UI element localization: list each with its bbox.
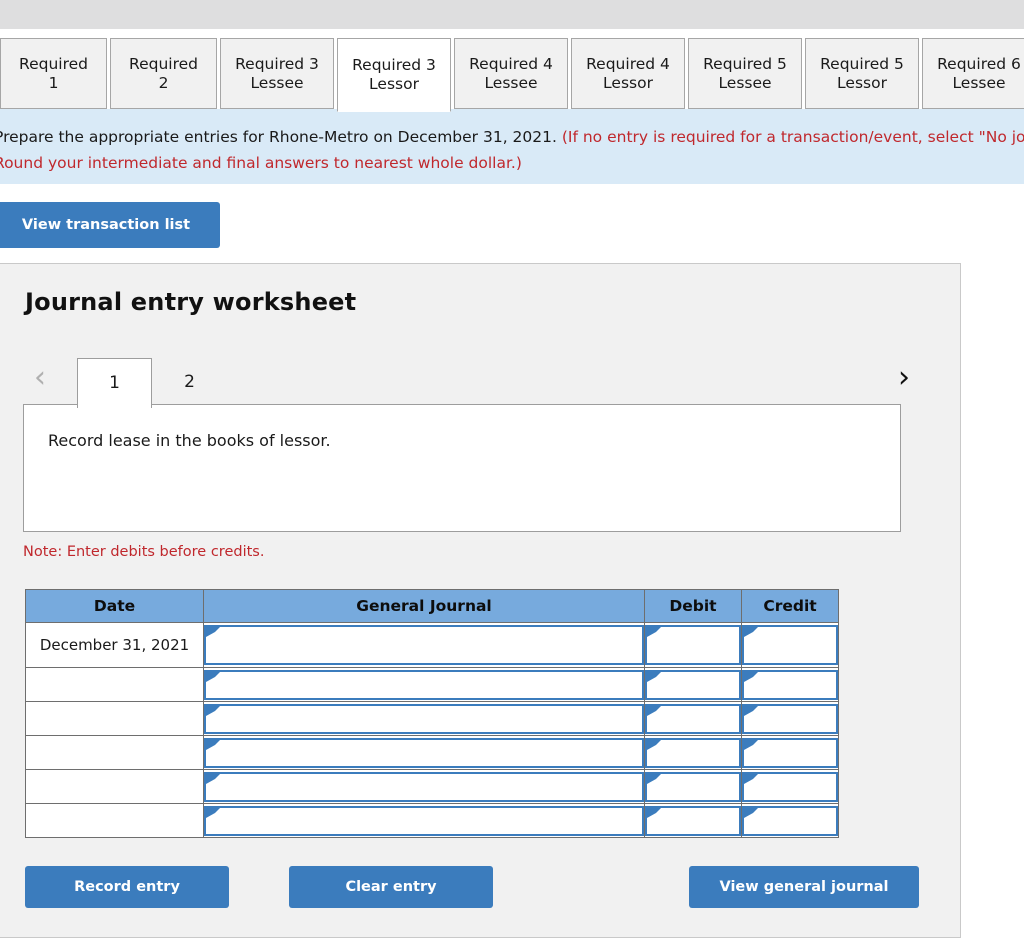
- account-name-input[interactable]: [204, 737, 644, 768]
- cell-credit: [741, 769, 839, 804]
- credit-input[interactable]: [742, 737, 838, 768]
- table-row: [25, 735, 839, 770]
- column-header-credit: Credit: [741, 589, 839, 623]
- instruction-banner: Prepare the appropriate entries for Rhon…: [0, 109, 1024, 184]
- credit-input[interactable]: [742, 625, 838, 665]
- cell-credit: [741, 803, 839, 838]
- cell-date: [25, 701, 204, 736]
- table-row: [25, 769, 839, 804]
- view-general-journal-button[interactable]: View general journal: [689, 866, 919, 908]
- cell-debit: [644, 701, 742, 736]
- worksheet-pager: ‹ › 1 2: [0, 344, 960, 408]
- credit-input[interactable]: [742, 669, 838, 700]
- cell-date: [25, 803, 204, 838]
- tab-label: Required 4 Lessor: [586, 54, 670, 92]
- credit-input[interactable]: [742, 771, 838, 802]
- table-row: [25, 667, 839, 702]
- debit-input[interactable]: [645, 703, 741, 734]
- tab-label: Required 4 Lessee: [469, 54, 553, 92]
- cell-debit: [644, 735, 742, 770]
- account-name-input[interactable]: [204, 703, 644, 734]
- cell-credit: [741, 735, 839, 770]
- tab-label: Required 3 Lessor: [352, 56, 436, 93]
- debit-input[interactable]: [645, 625, 741, 665]
- tab-requirement-5[interactable]: Required 4 Lessee: [454, 38, 568, 109]
- journal-entry-table: Date General Journal Debit Credit Decemb…: [25, 589, 839, 838]
- date-value: [26, 785, 203, 789]
- tab-requirement-2[interactable]: Required 2: [110, 38, 217, 109]
- table-row: [25, 701, 839, 736]
- tab-label: Required 5 Lessor: [820, 54, 904, 92]
- instruction-primary: Prepare the appropriate entries for Rhon…: [0, 128, 562, 146]
- cell-date: [25, 667, 204, 702]
- account-name-input[interactable]: [204, 805, 644, 836]
- tab-requirement-7[interactable]: Required 5 Lessee: [688, 38, 802, 109]
- page-title: Journal entry worksheet: [25, 288, 357, 316]
- cell-date: [25, 735, 204, 770]
- view-transaction-list-button[interactable]: View transaction list: [0, 202, 220, 248]
- cell-general-journal: [203, 735, 645, 770]
- worksheet-page-tab-2[interactable]: 2: [152, 358, 227, 408]
- date-value: [26, 717, 203, 721]
- debit-input[interactable]: [645, 669, 741, 700]
- journal-entry-worksheet-panel: Journal entry worksheet ‹ › 1 2 Record l…: [0, 263, 961, 938]
- chevron-right-icon[interactable]: ›: [887, 362, 921, 396]
- column-header-date: Date: [25, 589, 204, 623]
- debit-input[interactable]: [645, 737, 741, 768]
- tab-requirement-9[interactable]: Required 6 Lessee: [922, 38, 1024, 109]
- column-header-debit: Debit: [644, 589, 742, 623]
- credit-input[interactable]: [742, 805, 838, 836]
- cell-credit: [741, 622, 839, 668]
- instruction-text: Prepare the appropriate entries for Rhon…: [0, 124, 1024, 176]
- worksheet-page-tab-1[interactable]: 1: [77, 358, 152, 408]
- chevron-left-icon[interactable]: ‹: [23, 362, 57, 396]
- cell-debit: [644, 622, 742, 668]
- debit-input[interactable]: [645, 771, 741, 802]
- cell-credit: [741, 667, 839, 702]
- credit-input[interactable]: [742, 703, 838, 734]
- tab-requirement-4[interactable]: Required 3 Lessor: [337, 38, 451, 112]
- debit-input[interactable]: [645, 805, 741, 836]
- date-value: [26, 683, 203, 687]
- tab-requirement-6[interactable]: Required 4 Lessor: [571, 38, 685, 109]
- tab-label: Required 6 Lessee: [937, 54, 1021, 92]
- cell-debit: [644, 769, 742, 804]
- date-value: December 31, 2021: [39, 635, 190, 654]
- entry-description-text: Record lease in the books of lessor.: [48, 431, 331, 450]
- tab-label: Required 5 Lessee: [703, 54, 787, 92]
- cell-debit: [644, 667, 742, 702]
- cell-general-journal: [203, 803, 645, 838]
- table-row: December 31, 2021: [25, 622, 839, 668]
- page-root: Required 1 Required 2 Required 3 Lessee Req…: [0, 0, 1024, 950]
- tab-requirement-8[interactable]: Required 5 Lessor: [805, 38, 919, 109]
- account-name-input[interactable]: [204, 625, 644, 665]
- requirement-tabs[interactable]: Required 1 Required 2 Required 3 Lessee Req…: [0, 38, 1024, 112]
- top-grey-bar: [0, 0, 1024, 29]
- column-header-general-journal: General Journal: [203, 589, 645, 623]
- cell-debit: [644, 803, 742, 838]
- debits-before-credits-note: Note: Enter debits before credits.: [23, 544, 265, 560]
- cell-date: [25, 769, 204, 804]
- date-value: [26, 819, 203, 823]
- account-name-input[interactable]: [204, 771, 644, 802]
- cell-date: December 31, 2021: [25, 622, 204, 668]
- cell-general-journal: [203, 769, 645, 804]
- table-row: [25, 803, 839, 838]
- entry-description-box: Record lease in the books of lessor.: [23, 404, 901, 532]
- tab-label: Required 1: [19, 54, 88, 92]
- account-name-input[interactable]: [204, 669, 644, 700]
- tab-requirement-3[interactable]: Required 3 Lessee: [220, 38, 334, 109]
- table-header-row: Date General Journal Debit Credit: [25, 589, 839, 623]
- clear-entry-button[interactable]: Clear entry: [289, 866, 493, 908]
- tab-label: Required 2: [129, 54, 198, 92]
- cell-general-journal: [203, 667, 645, 702]
- cell-general-journal: [203, 622, 645, 668]
- date-value: [26, 751, 203, 755]
- tab-requirement-1[interactable]: Required 1: [0, 38, 107, 109]
- cell-general-journal: [203, 701, 645, 736]
- record-entry-button[interactable]: Record entry: [25, 866, 229, 908]
- tab-label: Required 3 Lessee: [235, 54, 319, 92]
- cell-credit: [741, 701, 839, 736]
